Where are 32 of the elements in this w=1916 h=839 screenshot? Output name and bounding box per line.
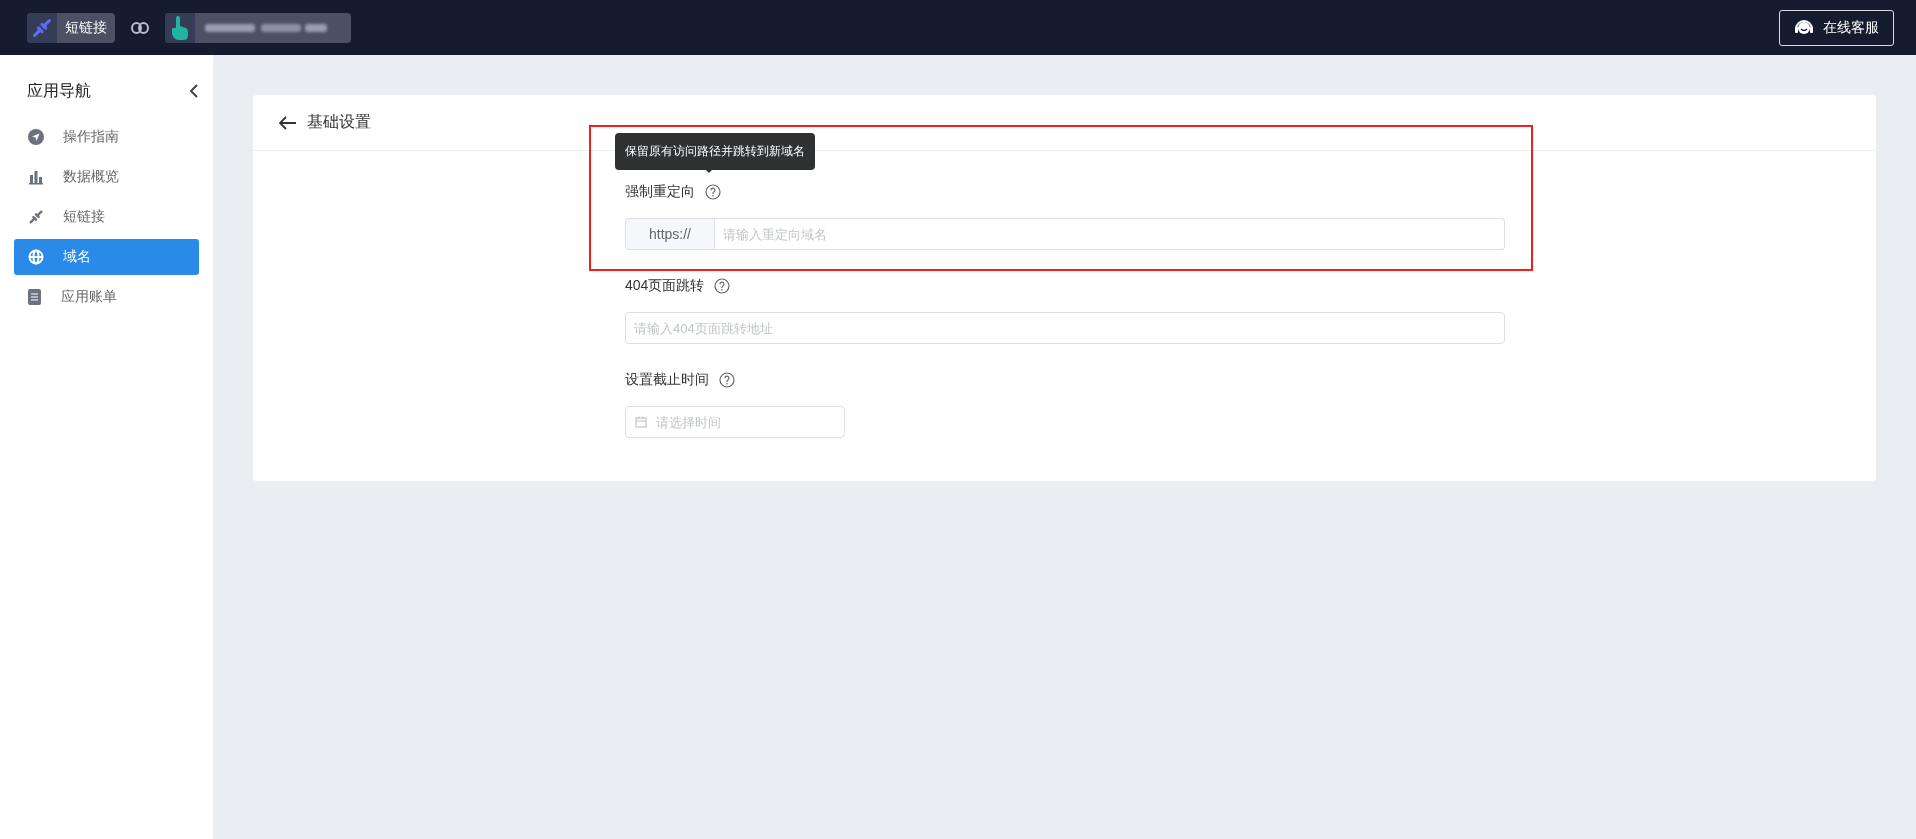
sidebar-title: 应用导航 xyxy=(27,80,91,101)
calendar-icon xyxy=(635,416,647,428)
nav-item[interactable]: 操作指南 xyxy=(14,119,199,155)
app-switcher[interactable] xyxy=(165,12,351,43)
bar-chart-icon xyxy=(28,169,44,185)
help-icon[interactable] xyxy=(719,372,735,388)
back-arrow-icon[interactable] xyxy=(279,115,297,130)
pointing-hand-icon xyxy=(171,14,189,41)
link-icon xyxy=(131,21,149,34)
tooltip: 保留原有访问路径并跳转到新域名 xyxy=(615,133,815,170)
tooltip-arrow-icon xyxy=(703,167,715,173)
app-name: 短链接 xyxy=(64,18,108,37)
app-badge[interactable]: 短链接 xyxy=(27,12,115,43)
support-button[interactable]: 在线客服 xyxy=(1779,9,1894,46)
url-field[interactable]: 请输入404页面跳转地址 xyxy=(625,312,1505,344)
url-prefix: https:// xyxy=(625,218,715,250)
collapse-chevron-icon[interactable] xyxy=(189,84,199,98)
globe-icon xyxy=(28,249,44,265)
field-label: 设置截止时间 xyxy=(625,371,709,389)
help-icon[interactable] xyxy=(714,278,731,294)
date-picker-field[interactable]: 请选择时间 xyxy=(625,406,845,438)
redirect-domain-field[interactable]: 请输入重定向域名 xyxy=(715,218,1505,250)
nav-item[interactable]: 数据概览 xyxy=(14,159,199,195)
document-icon xyxy=(28,289,42,305)
field-label: 强制重定向 xyxy=(625,183,695,201)
page-title: 基础设置 xyxy=(307,112,371,132)
nav-item[interactable]: 应用账单 xyxy=(14,279,199,315)
nav-item[interactable]: 域名 xyxy=(14,239,199,275)
nav-item[interactable]: 短链接 xyxy=(14,199,199,235)
headset-icon xyxy=(1794,18,1814,37)
field-label: 404页面跳转 xyxy=(625,277,705,295)
help-icon[interactable] xyxy=(705,184,721,200)
